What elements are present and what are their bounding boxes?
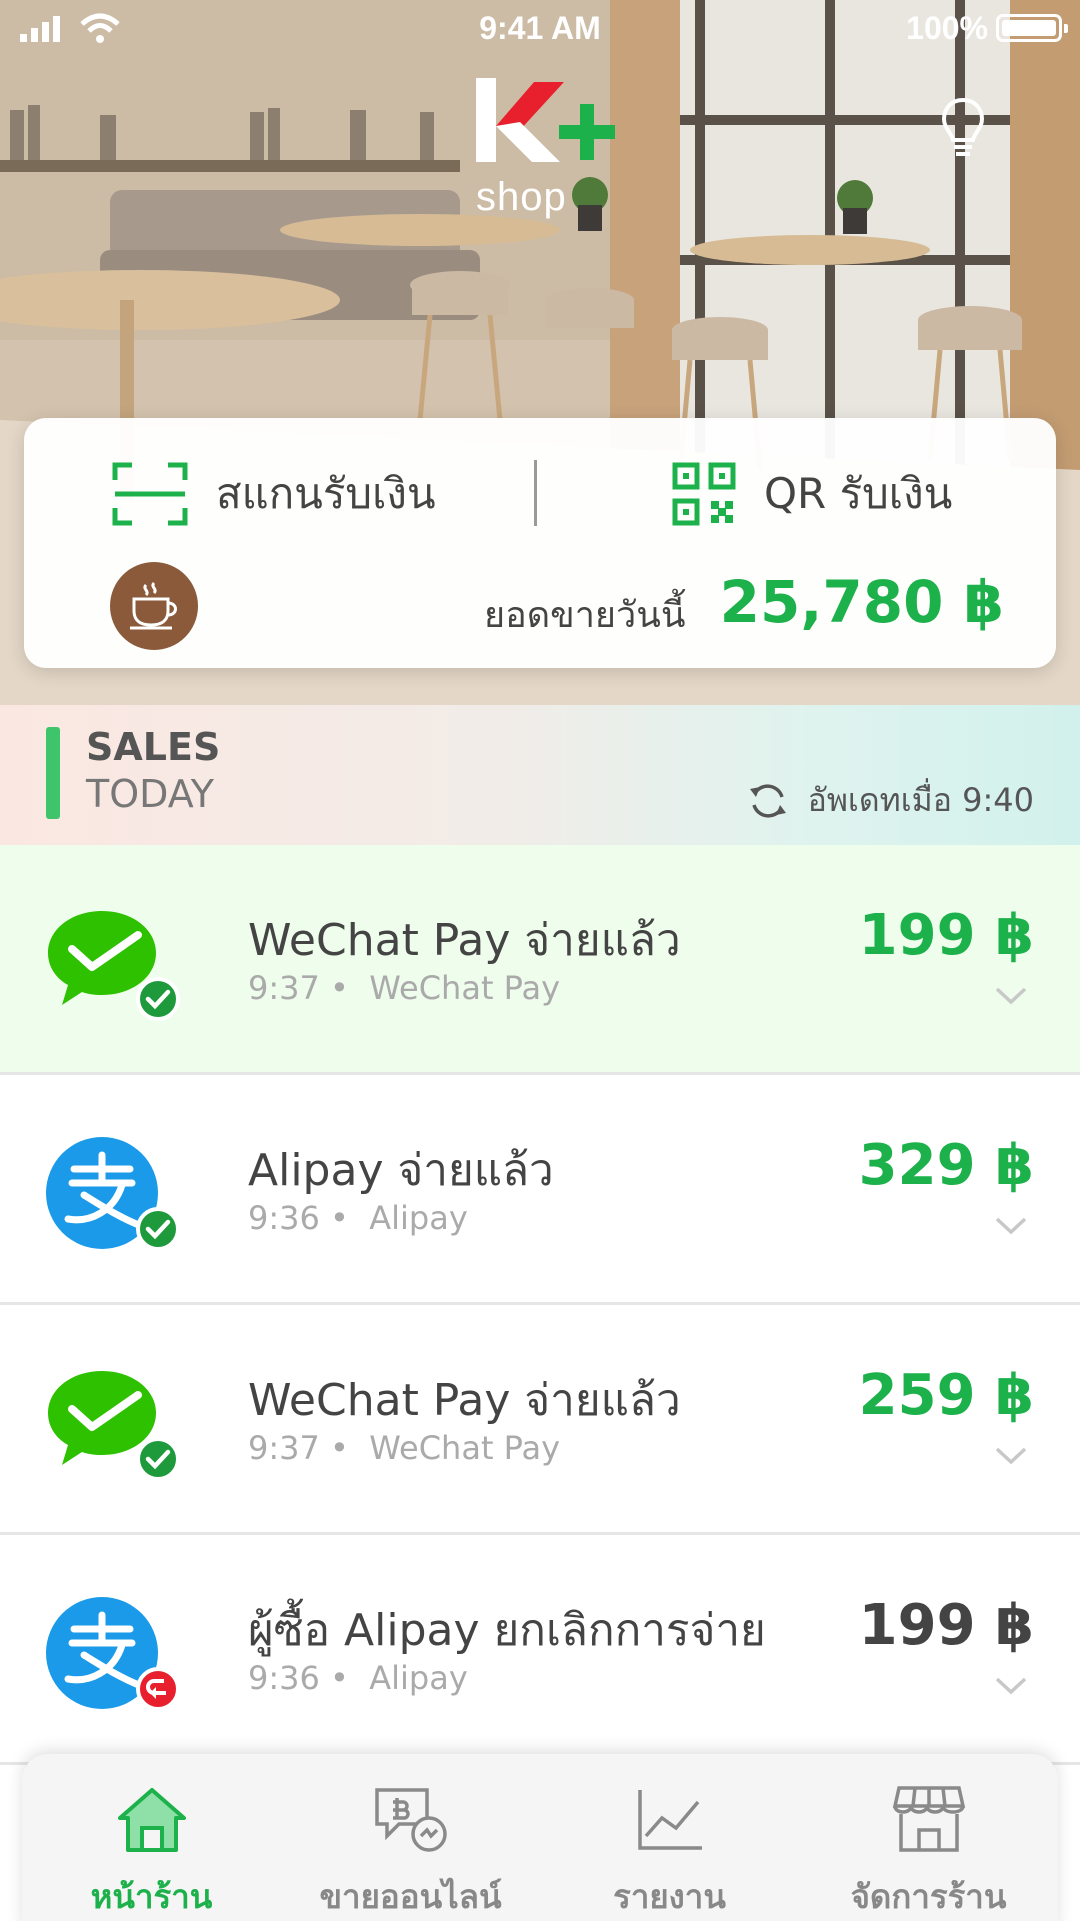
scan-receive-label: สแกนรับเงิน — [216, 469, 436, 518]
battery-icon — [996, 14, 1068, 42]
nav-label: จัดการร้าน — [850, 1877, 1007, 1916]
transaction-list: WeChat Pay จ่ายแล้ว 9:37 • WeChat Pay 19… — [0, 845, 1080, 1765]
battery-percentage: 100% — [906, 10, 988, 46]
wechat-pay-icon — [48, 911, 180, 1021]
today-sales-amount: 25,780 ฿ — [719, 568, 1004, 636]
qr-code-icon — [672, 462, 736, 526]
transaction-row[interactable]: WeChat Pay จ่ายแล้ว 9:37 • WeChat Pay 25… — [0, 1305, 1080, 1535]
shop-avatar[interactable] — [110, 562, 198, 650]
transaction-amount: 259 ฿ — [858, 1363, 1034, 1428]
transaction-time: 9:36 • — [248, 1199, 349, 1237]
refresh-button[interactable]: อัพเดทเมื่อ 9:40 — [748, 775, 1034, 826]
nav-label: หน้าร้าน — [90, 1877, 213, 1916]
transaction-amount: 199 ฿ — [858, 903, 1034, 968]
transaction-meta: 9:37 • WeChat Pay — [248, 969, 560, 1007]
transaction-meta: 9:37 • WeChat Pay — [248, 1429, 560, 1467]
transaction-method: Alipay — [369, 1199, 468, 1237]
nav-item-online-sales[interactable]: ขายออนไลน์ — [281, 1754, 540, 1921]
transaction-meta: 9:36 • Alipay — [248, 1659, 468, 1697]
nav-label: รายงาน — [613, 1877, 726, 1916]
transaction-row[interactable]: ผู้ซื้อ Alipay ยกเลิกการจ่าย 9:36 • Alip… — [0, 1535, 1080, 1765]
nav-label: ขายออนไลน์ — [319, 1877, 502, 1916]
sales-title: SALES — [86, 725, 221, 769]
bottom-navigation: หน้าร้าน ขายออนไลน์ รายงาน จัดการร้าน — [22, 1754, 1058, 1921]
chevron-down-icon[interactable] — [994, 1215, 1028, 1237]
qr-receive-label: QR รับเงิน — [764, 469, 953, 518]
transaction-method: WeChat Pay — [369, 1429, 561, 1467]
payment-action-card: สแกนรับเงิน QR รับเงิน ยอดขายวันนี้ 25,7… — [24, 418, 1056, 668]
coffee-cup-icon — [130, 581, 177, 630]
transaction-time: 9:36 • — [248, 1659, 349, 1697]
lightbulb-icon[interactable] — [940, 96, 986, 158]
wechat-pay-icon — [48, 1371, 180, 1481]
transaction-title: Alipay จ่ายแล้ว — [248, 1145, 554, 1196]
scan-icon — [112, 462, 188, 526]
today-sales-label: ยอดขายวันนี้ — [484, 595, 686, 636]
chevron-down-icon[interactable] — [994, 1445, 1028, 1467]
transaction-method: WeChat Pay — [369, 969, 561, 1007]
scan-receive-button[interactable]: สแกนรับเงิน — [112, 454, 436, 534]
card-divider — [534, 460, 537, 526]
home-icon — [117, 1788, 186, 1852]
transaction-time: 9:37 • — [248, 1429, 349, 1467]
transaction-title: WeChat Pay จ่ายแล้ว — [248, 1375, 681, 1426]
alipay-icon — [46, 1597, 180, 1711]
nav-item-report[interactable]: รายงาน — [540, 1754, 799, 1921]
nav-item-storefront[interactable]: หน้าร้าน — [22, 1754, 281, 1921]
last-updated-text: อัพเดทเมื่อ 9:40 — [807, 781, 1034, 819]
transaction-amount: 329 ฿ — [858, 1133, 1034, 1198]
section-accent-bar — [46, 727, 60, 819]
status-bar: 9:41 AM 100% — [0, 0, 1080, 56]
today-title: TODAY — [86, 772, 214, 816]
store-manage-icon — [892, 1786, 965, 1852]
transaction-title: ผู้ซื้อ Alipay ยกเลิกการจ่าย — [248, 1605, 766, 1656]
transaction-row[interactable]: WeChat Pay จ่ายแล้ว 9:37 • WeChat Pay 19… — [0, 845, 1080, 1075]
transaction-title: WeChat Pay จ่ายแล้ว — [248, 915, 681, 966]
transaction-row[interactable]: Alipay จ่ายแล้ว 9:36 • Alipay 329 ฿ — [0, 1075, 1080, 1305]
hero-banner: 9:41 AM 100% shop สแกนรับเงิน QR รับเงิน… — [0, 0, 1080, 705]
transaction-amount: 199 ฿ — [858, 1593, 1034, 1658]
chevron-down-icon[interactable] — [994, 1675, 1028, 1697]
chevron-down-icon[interactable] — [994, 985, 1028, 1007]
sales-today-header: SALES TODAY อัพเดทเมื่อ 9:40 — [0, 705, 1080, 845]
transaction-method: Alipay — [369, 1659, 468, 1697]
logo-shop-text: shop — [476, 175, 567, 219]
alipay-icon — [46, 1137, 180, 1251]
qr-receive-button[interactable]: QR รับเงิน — [672, 454, 952, 534]
online-sales-icon — [374, 1788, 447, 1852]
transaction-meta: 9:36 • Alipay — [248, 1199, 468, 1237]
report-chart-icon — [637, 1790, 702, 1850]
transaction-time: 9:37 • — [248, 969, 349, 1007]
refresh-icon — [749, 783, 786, 818]
nav-item-store-manage[interactable]: จัดการร้าน — [799, 1754, 1058, 1921]
